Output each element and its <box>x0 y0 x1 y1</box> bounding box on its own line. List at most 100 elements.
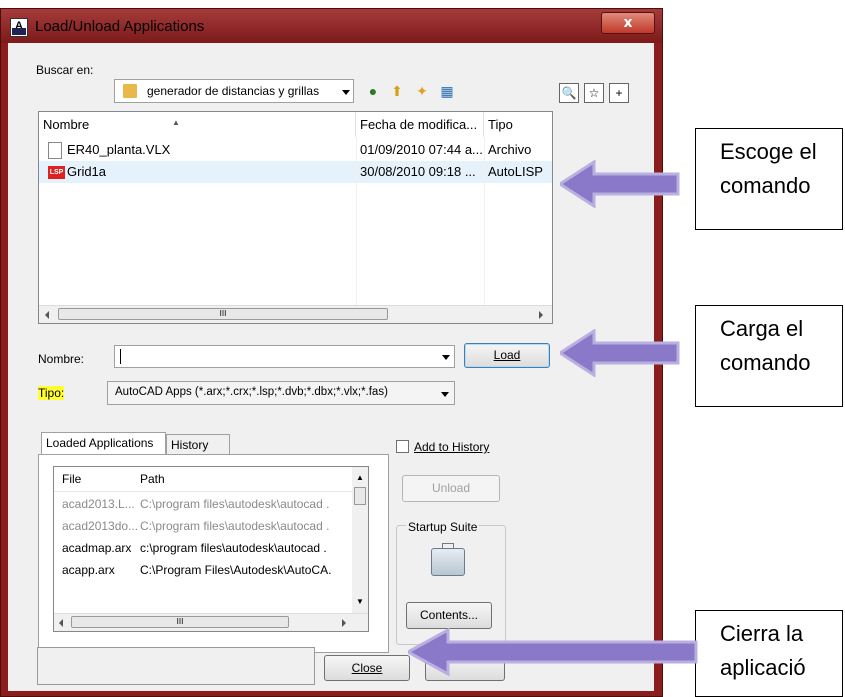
favorites-icon[interactable]: ☆ <box>584 83 604 103</box>
file-row[interactable]: ER40_planta.VLX 01/09/2010 07:44 a... Ar… <box>39 139 552 161</box>
load-label: Load <box>493 348 521 362</box>
loaded-app-row[interactable]: acapp.arx C:\Program Files\Autodesk\Auto… <box>54 559 354 581</box>
loaded-app-row[interactable]: acad2013.L... C:\program files\autodesk\… <box>54 493 354 515</box>
folder-icon <box>123 84 137 98</box>
status-field <box>37 647 315 685</box>
look-in-value: generador de distancias y grillas <box>147 84 320 98</box>
file-date: 30/08/2010 09:18 ... <box>360 164 476 179</box>
scroll-right-icon[interactable] <box>342 619 346 627</box>
app-file: acad2013.L... <box>62 497 135 511</box>
title-bar[interactable]: A Load/Unload Applications x <box>1 9 662 43</box>
file-date: 01/09/2010 07:44 a... <box>360 142 482 157</box>
app-path: C:\Program Files\Autodesk\AutoCA. <box>140 563 332 577</box>
sort-ascending-icon: ▲ <box>172 118 180 127</box>
new-folder-icon[interactable]: ✦ <box>413 82 431 100</box>
add-to-history-checkbox[interactable] <box>396 440 409 453</box>
scroll-thumb[interactable] <box>354 487 366 505</box>
loaded-applications-panel: File Path acad2013.L... C:\program files… <box>38 454 389 653</box>
contents-button[interactable]: Contents... <box>406 602 492 629</box>
app-path: C:\program files\autodesk\autocad . <box>140 497 330 511</box>
chevron-down-icon <box>342 90 350 95</box>
file-name: ER40_planta.VLX <box>67 142 171 157</box>
loaded-app-row[interactable]: acad2013do... C:\program files\autodesk\… <box>54 515 354 537</box>
close-button[interactable]: Close <box>324 655 410 681</box>
app-file: acapp.arx <box>62 563 115 577</box>
filename-label: Nombre: <box>38 352 85 366</box>
file-type-combo[interactable]: AutoCAD Apps (*.arx;*.crx;*.lsp;*.dvb;*.… <box>107 381 455 405</box>
column-path[interactable]: Path <box>140 472 165 486</box>
callout-text: Escoge el comando <box>720 139 817 198</box>
column-header-nombre[interactable]: Nombre ▲ <box>39 112 356 137</box>
filename-combo[interactable] <box>114 345 455 368</box>
load-button[interactable]: Load <box>464 343 550 368</box>
unload-button[interactable]: Unload <box>402 475 500 502</box>
arrow-to-grid1a <box>560 160 680 208</box>
app-file: acad2013do... <box>62 519 139 533</box>
add-to-favorites-icon[interactable]: + <box>609 83 629 103</box>
callout-text: Carga el comando <box>720 316 811 375</box>
scroll-thumb-grip: III <box>219 309 227 318</box>
scroll-down-icon[interactable]: ▼ <box>356 597 364 606</box>
column-file[interactable]: File <box>62 472 81 486</box>
text-cursor <box>120 349 121 364</box>
chevron-down-icon <box>441 392 449 397</box>
loaded-apps-header: File Path <box>54 467 354 492</box>
scroll-left-icon[interactable] <box>59 619 63 627</box>
arrow-to-load-button <box>560 329 680 377</box>
up-folder-icon[interactable]: ⬆ <box>388 82 406 100</box>
document-icon <box>48 142 62 159</box>
dialog-title: Load/Unload Applications <box>35 18 205 35</box>
window-close-button[interactable]: x <box>601 12 655 34</box>
loaded-apps-horizontal-scrollbar[interactable]: III <box>54 613 368 631</box>
scroll-up-icon[interactable]: ▲ <box>356 473 364 482</box>
column-header-tipo[interactable]: Tipo <box>484 112 552 137</box>
callout-choose-command: Escoge el comando <box>695 128 843 230</box>
scroll-thumb-grip: III <box>176 617 184 626</box>
loaded-apps-list[interactable]: File Path acad2013.L... C:\program files… <box>53 466 369 632</box>
arrow-to-close-button <box>408 628 698 677</box>
scroll-thumb[interactable]: III <box>58 308 388 320</box>
startup-suite-label: Startup Suite <box>406 520 480 534</box>
back-icon[interactable]: ● <box>364 82 382 100</box>
lsp-file-icon: LSP <box>48 166 65 179</box>
app-file: acadmap.arx <box>62 541 132 555</box>
look-in-label: Buscar en: <box>36 63 94 77</box>
tab-label: Loaded Applications <box>46 436 154 450</box>
app-path: C:\program files\autodesk\autocad . <box>140 519 330 533</box>
tab-history-list[interactable]: History list <box>166 434 230 472</box>
find-icon[interactable]: 🔍 <box>559 83 579 103</box>
dialog-client-area: Buscar en: generador de distancias y gri… <box>8 43 654 691</box>
chevron-down-icon <box>442 355 450 360</box>
close-icon: x <box>623 15 633 31</box>
scroll-left-icon[interactable] <box>45 311 49 319</box>
unload-label: Unload <box>431 481 471 495</box>
column-label: Tipo <box>488 117 513 132</box>
file-list[interactable]: Nombre ▲ Fecha de modifica... Tipo ER40_p… <box>38 111 553 324</box>
file-type: Archivo <box>488 142 532 157</box>
scroll-right-icon[interactable] <box>539 311 543 319</box>
views-menu-icon[interactable]: ▦ <box>438 82 456 100</box>
column-label: Fecha de modifica... <box>360 117 478 132</box>
file-row-selected[interactable]: LSP Grid1a 30/08/2010 09:18 ... AutoLISP <box>39 161 552 183</box>
loaded-app-row[interactable]: acadmap.arx c:\program files\autodesk\au… <box>54 537 354 559</box>
type-label-text: Tipo: <box>38 386 65 400</box>
column-label: Nombre <box>43 117 90 132</box>
callout-text: Cierra la aplicació <box>720 621 806 680</box>
scroll-thumb[interactable]: III <box>71 616 289 628</box>
file-type-value: AutoCAD Apps (*.arx;*.crx;*.lsp;*.dvb;*.… <box>115 386 388 398</box>
close-label: Close <box>351 661 383 675</box>
autocad-app-icon: A <box>10 18 28 37</box>
file-list-horizontal-scrollbar[interactable]: III <box>39 305 552 323</box>
type-label: Tipo: <box>38 386 65 400</box>
file-name: Grid1a <box>67 164 107 179</box>
app-path: c:\program files\autodesk\autocad . <box>140 541 327 555</box>
briefcase-icon[interactable] <box>431 543 465 576</box>
tab-loaded-applications[interactable]: Loaded Applications <box>41 432 166 455</box>
contents-label: Contents... <box>419 608 479 622</box>
add-to-history-label: Add to History <box>414 440 490 454</box>
column-header-fecha[interactable]: Fecha de modifica... <box>356 112 484 137</box>
look-in-combo[interactable]: generador de distancias y grillas <box>114 79 354 103</box>
callout-load-command: Carga el comando <box>695 305 843 407</box>
callout-close-application: Cierra la aplicació <box>695 610 843 697</box>
loaded-apps-vertical-scrollbar[interactable]: ▲ ▼ <box>352 467 368 615</box>
